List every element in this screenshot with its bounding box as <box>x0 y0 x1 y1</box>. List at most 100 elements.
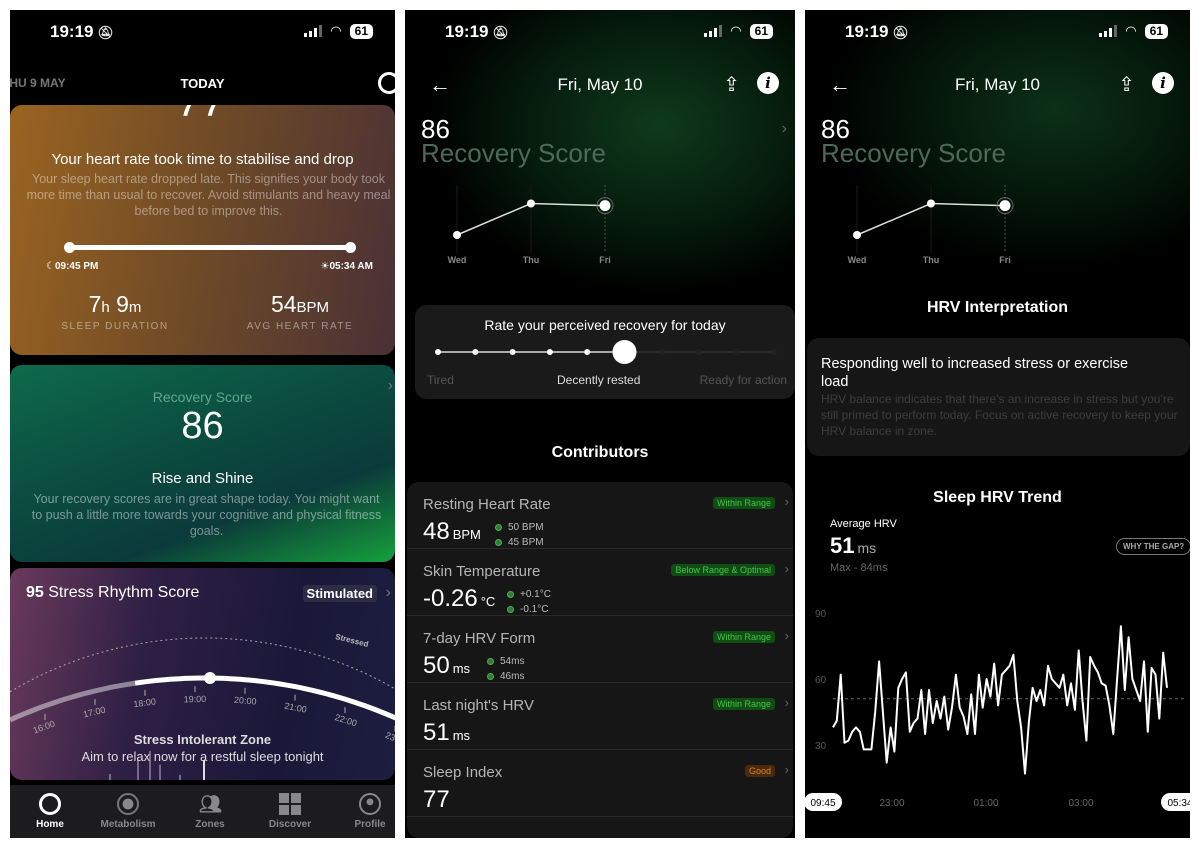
tab-label: Discover <box>268 819 312 830</box>
recovery-title: Rise and Shine <box>151 470 254 487</box>
recovery-trend-chart: Wed Thu Fri <box>448 185 614 265</box>
tab-home[interactable]: Home <box>15 793 85 830</box>
why-the-gap-button[interactable]: WHY THE GAP? <box>1116 538 1190 555</box>
cellular-signal-icon <box>1099 25 1118 37</box>
sleep-hrv-chart: 90 60 30 09:45 23:00 01:00 03:00 05:34 <box>805 609 1190 811</box>
clock: 19:19 <box>845 22 889 41</box>
value: 48 <box>423 518 450 545</box>
time-label: 22:00 <box>334 712 358 728</box>
stressed-threshold-line <box>10 637 395 693</box>
rating-prompt: Rate your perceived recovery for today <box>484 317 726 333</box>
stress-rhythm-card[interactable]: 95 Stress Rhythm Score Stimulated › 16:0… <box>10 568 395 780</box>
data-point <box>927 199 935 208</box>
recovery-screen: 19:19 🔕︎ ◠ 61 ← Fri, May 10 ⇪ i 86 Recover… <box>405 10 795 838</box>
unit: ms <box>452 661 471 676</box>
wifi-icon: ◠ <box>330 23 342 38</box>
contributor-row[interactable]: Last night's HRV 51 ms Within Range › <box>407 683 793 750</box>
tab-label: Metabolism <box>100 819 156 830</box>
contributor-value: 50 ms <box>423 652 470 680</box>
contributor-row[interactable]: Skin Temperature -0.26 °C Below Range & O… <box>407 549 793 616</box>
sleep-timeline <box>70 245 353 250</box>
duration-minutes: 9 <box>116 291 129 317</box>
chevron-right-icon[interactable]: › <box>782 120 787 138</box>
contributor-value: 51 ms <box>423 719 470 747</box>
contributor-row[interactable]: Sleep Index 77 Good › <box>407 750 793 817</box>
timeline-end-handle[interactable] <box>345 242 356 253</box>
range-values: +0.1°C -0.1°C <box>507 587 551 617</box>
home-ring-icon <box>39 793 61 815</box>
recovery-trend-chart: Wed Thu Fri <box>848 185 1014 265</box>
day-label: Wed <box>448 255 467 265</box>
ring-icon[interactable] <box>378 72 395 94</box>
status-badge: Below Range & Optimal <box>671 564 775 576</box>
clock: 19:19 <box>445 22 489 41</box>
average-hrv-value: 51 <box>830 533 855 558</box>
max-hrv: Max - 84ms <box>830 562 888 574</box>
contributor-row[interactable]: Resting Heart Rate 48 BPM Within Range › 5… <box>407 482 793 549</box>
day-label: Thu <box>523 255 540 265</box>
share-icon[interactable]: ⇪ <box>1118 72 1135 97</box>
tab-discover[interactable]: Discover <box>255 793 325 830</box>
sleep-hrv-trend-title: Sleep HRV Trend <box>933 489 1062 506</box>
slider-step <box>658 349 665 355</box>
chevron-right-icon: › <box>784 494 789 509</box>
sleep-description: Your sleep heart rate dropped late. This… <box>26 172 391 218</box>
chevron-right-icon: › <box>784 628 789 643</box>
info-icon[interactable]: i <box>757 72 779 94</box>
recovery-rating-slider[interactable] <box>415 337 795 367</box>
range-high: +0.1°C <box>520 589 551 600</box>
status-badge: Within Range <box>712 497 775 509</box>
range-high: 50 BPM <box>508 522 544 533</box>
contributor-value: 77 <box>423 786 453 814</box>
tab-bar: Home Metabolism 👥︎ Zones Discover Profile <box>10 785 395 838</box>
info-icon[interactable]: i <box>1152 72 1174 94</box>
slider-step <box>472 349 479 355</box>
clock: 19:19 <box>50 22 94 41</box>
timeline-start-handle[interactable] <box>64 242 75 253</box>
day-label: Fri <box>599 255 611 265</box>
tab-profile[interactable]: Profile <box>335 793 395 830</box>
tab-metabolism[interactable]: Metabolism <box>93 793 163 830</box>
slider-step <box>770 349 777 355</box>
battery-icon: 61 <box>1144 23 1168 39</box>
data-point <box>853 231 861 239</box>
day-label: Fri <box>999 255 1011 265</box>
slider-step <box>733 349 740 355</box>
time-label: 19:00 <box>184 694 207 704</box>
sleep-card[interactable]: 77 Your heart rate took time to stabilis… <box>10 105 395 355</box>
contributor-value: -0.26 °C <box>423 585 495 613</box>
tab-label: Home <box>36 819 64 830</box>
stress-curve <box>134 675 395 721</box>
time-label: 21:00 <box>284 701 308 715</box>
duration-hours: 7 <box>88 291 102 317</box>
tab-label: Zones <box>195 819 225 830</box>
data-point <box>999 200 1011 212</box>
contributors-list: Resting Heart Rate 48 BPM Within Range › 5… <box>407 482 793 838</box>
contributor-name: 7-day HRV Form <box>423 630 536 647</box>
bedtime: 09:45 PM <box>54 261 99 272</box>
current-time-marker <box>204 672 216 685</box>
recovery-card[interactable]: Recovery Score 86 Rise and Shine Your re… <box>10 365 395 562</box>
tab-zones[interactable]: 👥︎ Zones <box>175 793 245 830</box>
range-low: 45 BPM <box>508 537 544 548</box>
date-today-tab[interactable]: TODAY <box>10 76 395 91</box>
status-bar: 19:19 🔕︎ ◠ 61 <box>405 10 795 55</box>
x-tick-label: 23:00 <box>879 798 904 809</box>
status-bar: 19:19 🔕︎ ◠ 61 <box>805 10 1190 55</box>
contributor-row[interactable]: 7-day HRV Form 50 ms Within Range › 54ms 46… <box>407 616 793 683</box>
interpretation-text: HRV balance indicates that there's an in… <box>821 392 1178 438</box>
share-icon[interactable]: ⇪ <box>723 72 740 97</box>
status-badge: Good <box>744 765 775 777</box>
metabolism-icon <box>117 793 139 815</box>
slider-step <box>435 349 441 355</box>
chevron-right-icon: › <box>387 377 393 394</box>
recovery-score-label: Recovery Score <box>421 138 606 168</box>
duration-label: SLEEP DURATION <box>61 321 169 332</box>
silent-bell-icon: 🔕︎ <box>892 25 909 40</box>
avg-hr-label: AVG HEART RATE <box>246 321 354 332</box>
range-high: 54ms <box>500 656 525 667</box>
home-screen: 19:19🔕︎ ◠61 THU 9 MAY TODAY 77 Your hear… <box>10 10 395 838</box>
recovery-description: Your recovery scores are in great shape … <box>31 492 382 538</box>
status-badge: Within Range <box>712 631 775 643</box>
hrv-interpretation-title: HRV Interpretation <box>926 299 1069 316</box>
